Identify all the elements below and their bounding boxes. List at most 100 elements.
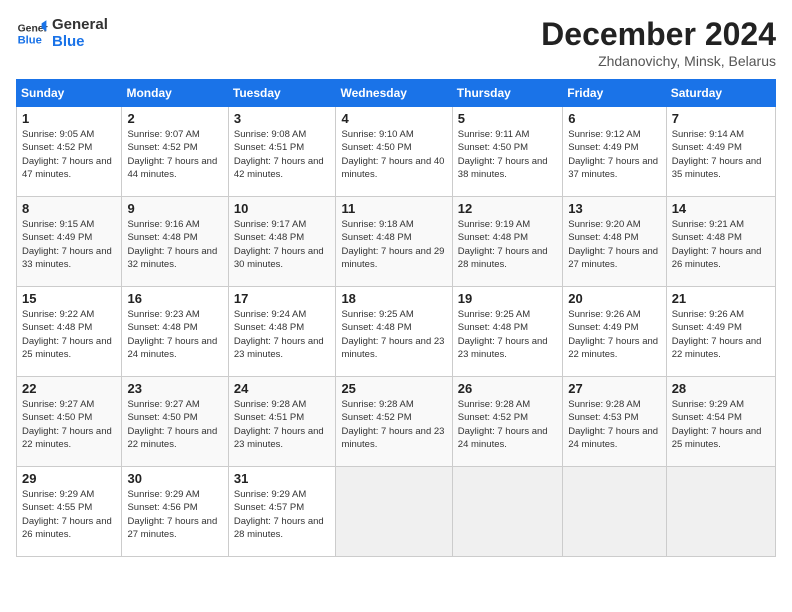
day-info: Sunrise: 9:28 AMSunset: 4:51 PMDaylight:… <box>234 398 331 451</box>
day-number: 17 <box>234 291 331 306</box>
day-info: Sunrise: 9:28 AMSunset: 4:52 PMDaylight:… <box>458 398 557 451</box>
day-number: 15 <box>22 291 116 306</box>
day-info: Sunrise: 9:17 AMSunset: 4:48 PMDaylight:… <box>234 218 331 271</box>
table-cell <box>666 467 775 557</box>
table-cell: 11 Sunrise: 9:18 AMSunset: 4:48 PMDayligh… <box>336 197 452 287</box>
day-number: 16 <box>127 291 222 306</box>
day-info: Sunrise: 9:16 AMSunset: 4:48 PMDaylight:… <box>127 218 222 271</box>
day-number: 18 <box>341 291 446 306</box>
day-number: 23 <box>127 381 222 396</box>
day-number: 13 <box>568 201 660 216</box>
day-number: 9 <box>127 201 222 216</box>
day-number: 10 <box>234 201 331 216</box>
table-cell: 24 Sunrise: 9:28 AMSunset: 4:51 PMDayligh… <box>228 377 336 467</box>
table-cell: 23 Sunrise: 9:27 AMSunset: 4:50 PMDayligh… <box>122 377 228 467</box>
table-cell: 15Sunrise: 9:22 AMSunset: 4:48 PMDayligh… <box>17 287 122 377</box>
day-info: Sunrise: 9:25 AMSunset: 4:48 PMDaylight:… <box>458 308 557 361</box>
table-cell: 19 Sunrise: 9:25 AMSunset: 4:48 PMDayligh… <box>452 287 562 377</box>
day-info: Sunrise: 9:26 AMSunset: 4:49 PMDaylight:… <box>568 308 660 361</box>
table-cell <box>336 467 452 557</box>
day-info: Sunrise: 9:18 AMSunset: 4:48 PMDaylight:… <box>341 218 446 271</box>
table-cell: 13Sunrise: 9:20 AMSunset: 4:48 PMDayligh… <box>563 197 666 287</box>
table-cell: 28Sunrise: 9:29 AMSunset: 4:54 PMDayligh… <box>666 377 775 467</box>
calendar-row: 15Sunrise: 9:22 AMSunset: 4:48 PMDayligh… <box>17 287 776 377</box>
day-info: Sunrise: 9:28 AMSunset: 4:52 PMDaylight:… <box>341 398 446 451</box>
day-number: 2 <box>127 111 222 126</box>
table-cell: 7 Sunrise: 9:14 AMSunset: 4:49 PMDaylight… <box>666 107 775 197</box>
table-cell: 22 Sunrise: 9:27 AMSunset: 4:50 PMDayligh… <box>17 377 122 467</box>
day-info: Sunrise: 9:07 AMSunset: 4:52 PMDaylight:… <box>127 128 222 181</box>
table-cell: 14 Sunrise: 9:21 AMSunset: 4:48 PMDayligh… <box>666 197 775 287</box>
table-cell: 17 Sunrise: 9:24 AMSunset: 4:48 PMDayligh… <box>228 287 336 377</box>
logo-icon: General Blue <box>16 17 48 49</box>
day-number: 7 <box>672 111 770 126</box>
day-number: 8 <box>22 201 116 216</box>
logo-blue: Blue <box>52 33 108 50</box>
table-cell: 1 Sunrise: 9:05 AMSunset: 4:52 PMDaylight… <box>17 107 122 197</box>
day-number: 22 <box>22 381 116 396</box>
day-info: Sunrise: 9:11 AMSunset: 4:50 PMDaylight:… <box>458 128 557 181</box>
day-info: Sunrise: 9:26 AMSunset: 4:49 PMDaylight:… <box>672 308 770 361</box>
day-number: 11 <box>341 201 446 216</box>
location: Zhdanovichy, Minsk, Belarus <box>541 53 776 69</box>
table-cell: 6Sunrise: 9:12 AMSunset: 4:49 PMDaylight… <box>563 107 666 197</box>
day-info: Sunrise: 9:29 AMSunset: 4:55 PMDaylight:… <box>22 488 116 541</box>
logo-general: General <box>52 16 108 33</box>
calendar-row: 8 Sunrise: 9:15 AMSunset: 4:49 PMDaylight… <box>17 197 776 287</box>
col-wednesday: Wednesday <box>336 80 452 107</box>
day-number: 21 <box>672 291 770 306</box>
day-number: 3 <box>234 111 331 126</box>
table-cell: 31 Sunrise: 9:29 AMSunset: 4:57 PMDayligh… <box>228 467 336 557</box>
table-cell: 9 Sunrise: 9:16 AMSunset: 4:48 PMDaylight… <box>122 197 228 287</box>
day-info: Sunrise: 9:12 AMSunset: 4:49 PMDaylight:… <box>568 128 660 181</box>
calendar-table: Sunday Monday Tuesday Wednesday Thursday… <box>16 79 776 557</box>
day-info: Sunrise: 9:24 AMSunset: 4:48 PMDaylight:… <box>234 308 331 361</box>
day-number: 26 <box>458 381 557 396</box>
table-cell: 25 Sunrise: 9:28 AMSunset: 4:52 PMDayligh… <box>336 377 452 467</box>
col-monday: Monday <box>122 80 228 107</box>
title-block: December 2024 Zhdanovichy, Minsk, Belaru… <box>541 16 776 69</box>
day-info: Sunrise: 9:15 AMSunset: 4:49 PMDaylight:… <box>22 218 116 271</box>
table-cell: 5 Sunrise: 9:11 AMSunset: 4:50 PMDaylight… <box>452 107 562 197</box>
day-number: 14 <box>672 201 770 216</box>
day-number: 31 <box>234 471 331 486</box>
table-cell: 2 Sunrise: 9:07 AMSunset: 4:52 PMDaylight… <box>122 107 228 197</box>
table-cell: 3Sunrise: 9:08 AMSunset: 4:51 PMDaylight… <box>228 107 336 197</box>
day-number: 19 <box>458 291 557 306</box>
day-info: Sunrise: 9:10 AMSunset: 4:50 PMDaylight:… <box>341 128 446 181</box>
day-info: Sunrise: 9:05 AMSunset: 4:52 PMDaylight:… <box>22 128 116 181</box>
calendar-row: 1 Sunrise: 9:05 AMSunset: 4:52 PMDaylight… <box>17 107 776 197</box>
day-info: Sunrise: 9:27 AMSunset: 4:50 PMDaylight:… <box>22 398 116 451</box>
table-cell: 4Sunrise: 9:10 AMSunset: 4:50 PMDaylight… <box>336 107 452 197</box>
day-number: 12 <box>458 201 557 216</box>
day-number: 30 <box>127 471 222 486</box>
col-friday: Friday <box>563 80 666 107</box>
table-cell: 10 Sunrise: 9:17 AMSunset: 4:48 PMDayligh… <box>228 197 336 287</box>
header-row: Sunday Monday Tuesday Wednesday Thursday… <box>17 80 776 107</box>
day-number: 25 <box>341 381 446 396</box>
page-header: General Blue General Blue December 2024 … <box>16 16 776 69</box>
day-number: 27 <box>568 381 660 396</box>
day-info: Sunrise: 9:27 AMSunset: 4:50 PMDaylight:… <box>127 398 222 451</box>
day-info: Sunrise: 9:21 AMSunset: 4:48 PMDaylight:… <box>672 218 770 271</box>
day-number: 24 <box>234 381 331 396</box>
table-cell: 26 Sunrise: 9:28 AMSunset: 4:52 PMDayligh… <box>452 377 562 467</box>
table-cell <box>452 467 562 557</box>
day-info: Sunrise: 9:29 AMSunset: 4:54 PMDaylight:… <box>672 398 770 451</box>
day-info: Sunrise: 9:25 AMSunset: 4:48 PMDaylight:… <box>341 308 446 361</box>
day-number: 5 <box>458 111 557 126</box>
table-cell: 16Sunrise: 9:23 AMSunset: 4:48 PMDayligh… <box>122 287 228 377</box>
day-number: 1 <box>22 111 116 126</box>
table-cell: 12Sunrise: 9:19 AMSunset: 4:48 PMDayligh… <box>452 197 562 287</box>
table-cell <box>563 467 666 557</box>
svg-text:Blue: Blue <box>18 34 42 46</box>
calendar-row: 29 Sunrise: 9:29 AMSunset: 4:55 PMDayligh… <box>17 467 776 557</box>
table-cell: 8 Sunrise: 9:15 AMSunset: 4:49 PMDaylight… <box>17 197 122 287</box>
day-info: Sunrise: 9:14 AMSunset: 4:49 PMDaylight:… <box>672 128 770 181</box>
day-number: 20 <box>568 291 660 306</box>
month-title: December 2024 <box>541 16 776 53</box>
day-info: Sunrise: 9:29 AMSunset: 4:57 PMDaylight:… <box>234 488 331 541</box>
day-info: Sunrise: 9:28 AMSunset: 4:53 PMDaylight:… <box>568 398 660 451</box>
day-number: 29 <box>22 471 116 486</box>
table-cell: 27 Sunrise: 9:28 AMSunset: 4:53 PMDayligh… <box>563 377 666 467</box>
